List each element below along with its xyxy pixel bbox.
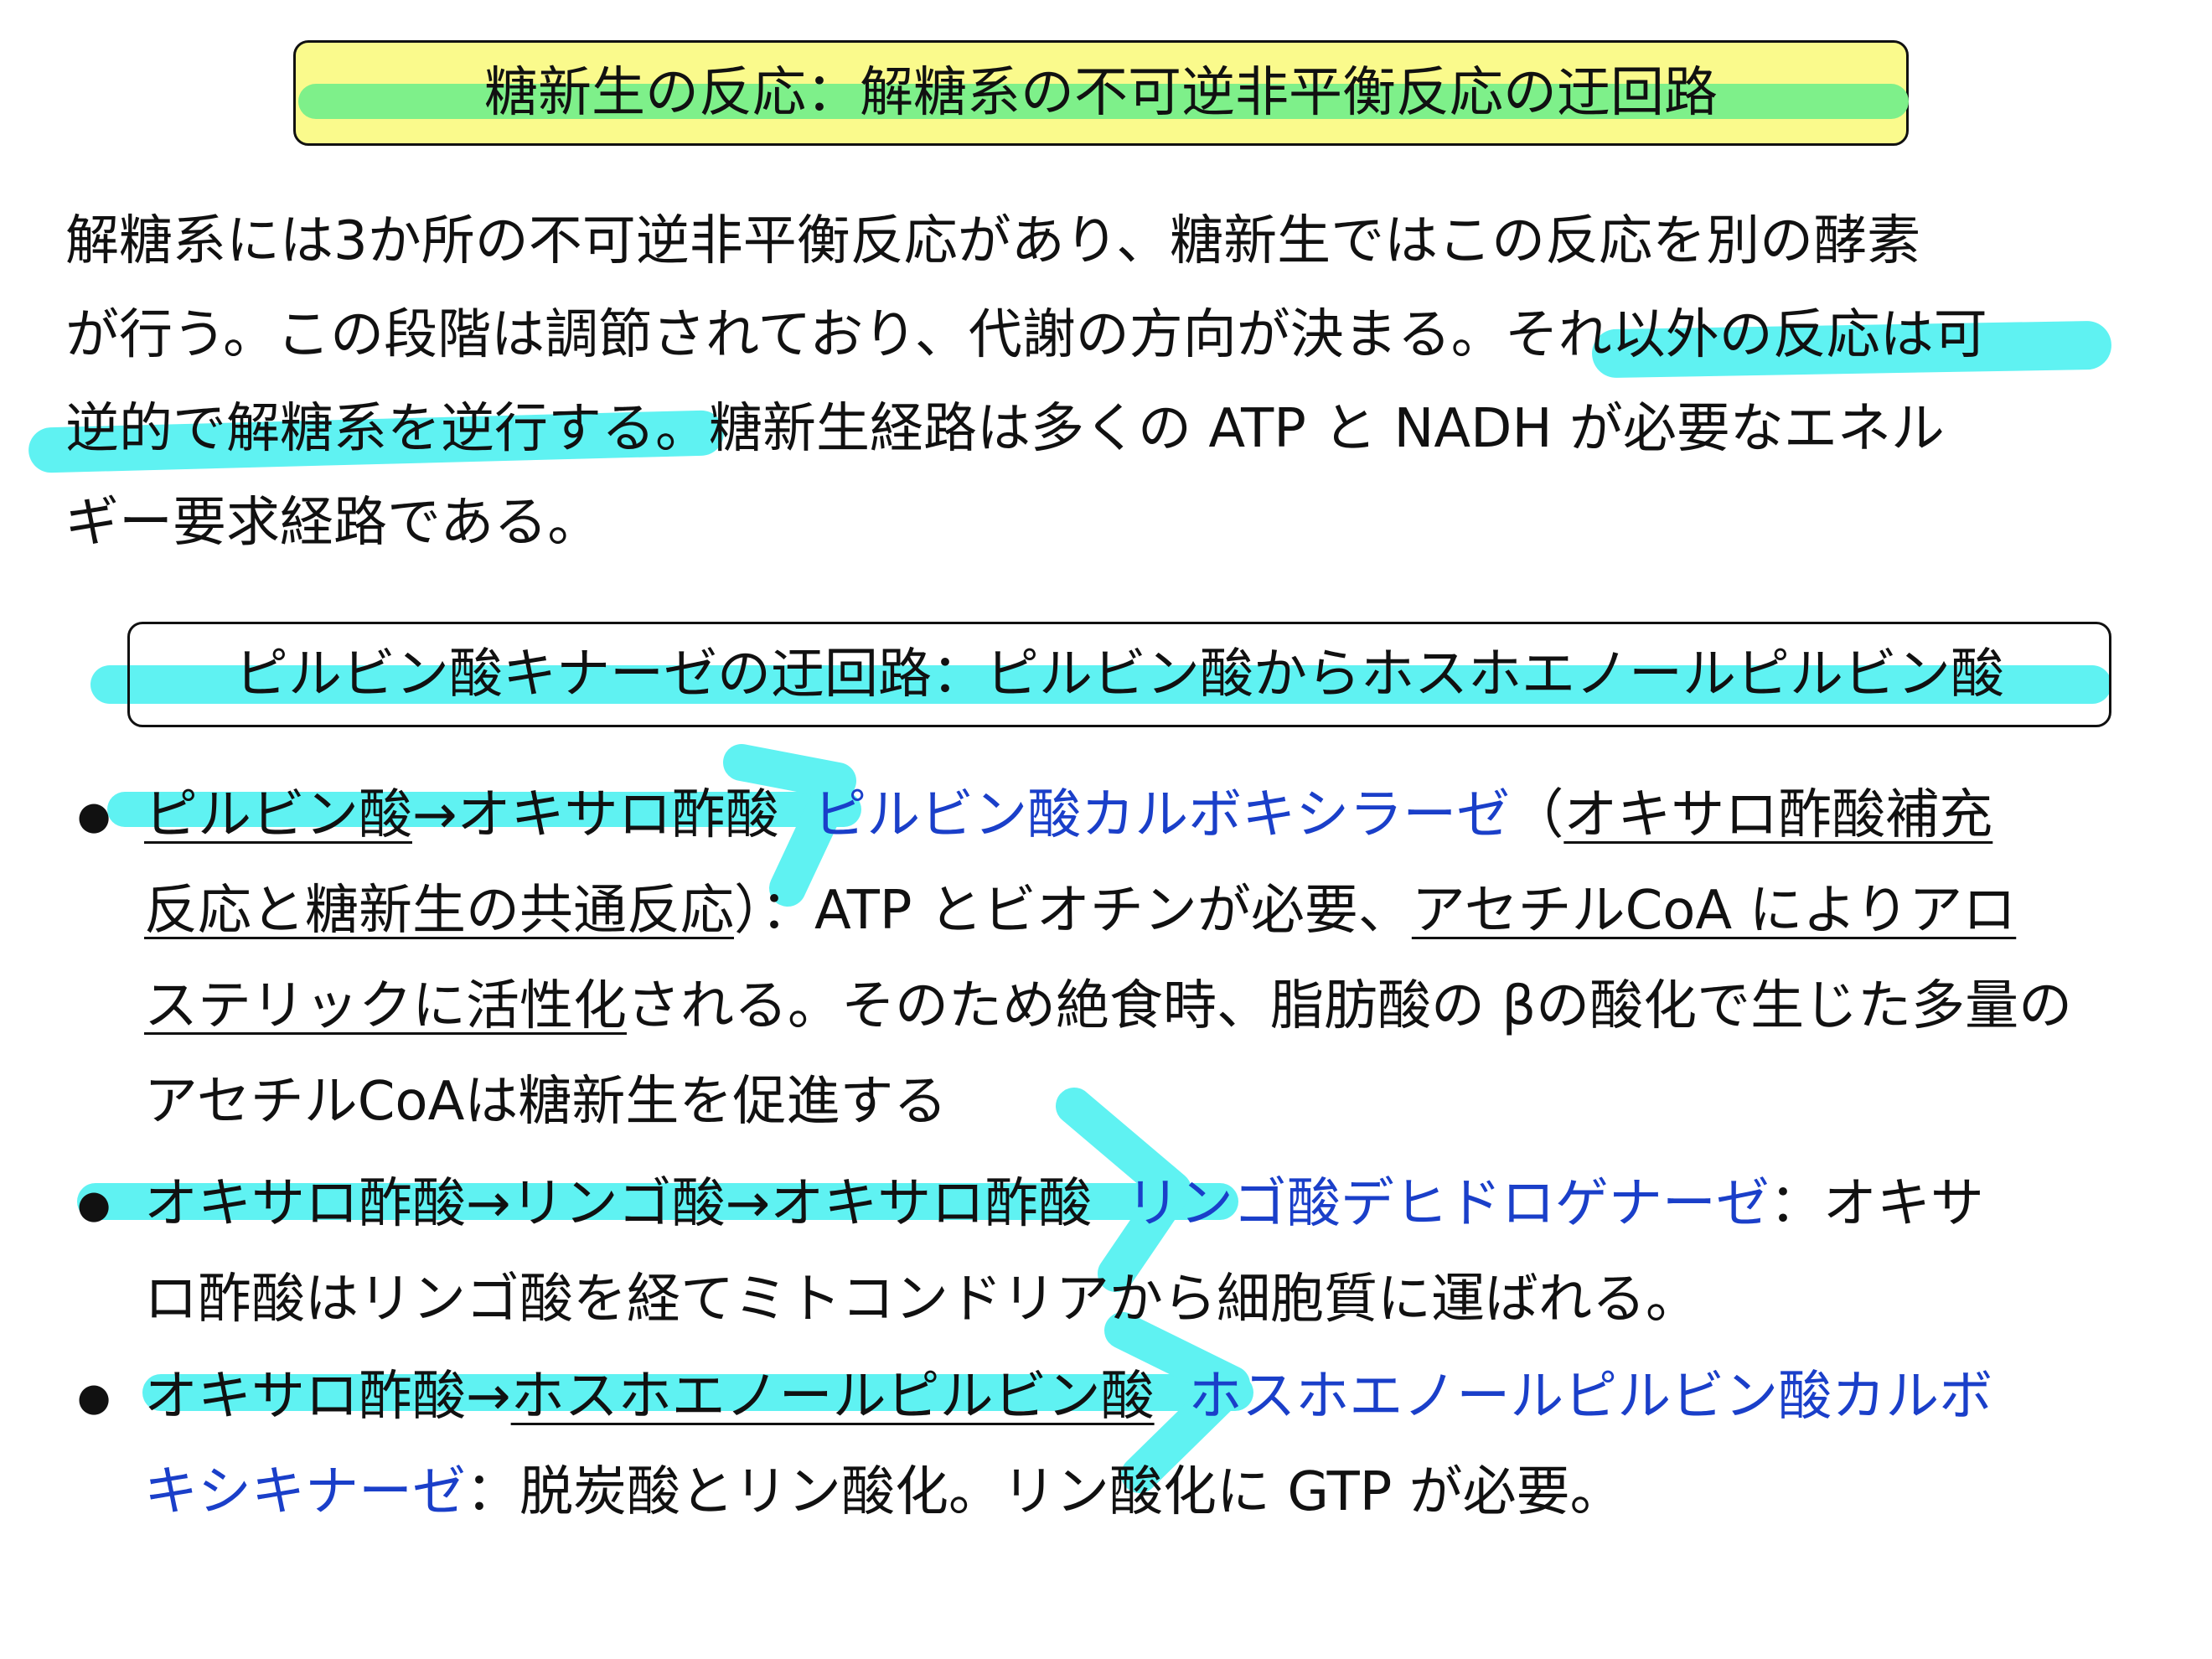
page-title: 糖新生の反応：解糖系の不可逆非平衡反応の迂回路 [484,62,1718,124]
bullet-3-line-2: キシキナーゼ：脱炭酸とリン酸化。リン酸化に GTP が必要。 [144,1461,1624,1523]
paragraph-line: 逆的で解糖系を逆行する。糖新生経路は多くの ATP と NADH が必要なエネル [65,398,1945,460]
paragraph-line: が行う。この段階は調節されており、代謝の方向が決まる。それ以外の反応は可 [65,304,1987,366]
bullet-1-line-1: ピルビン酸→オキサロ酢酸 ピルビン酸カルボキシラーゼ（オキサロ酢酸補充 [144,784,1993,846]
bullet-3-line-1: オキサロ酢酸→ホスホエノールピルビン酸 ホスホエノールピルビン酸カルボ [144,1366,1993,1428]
bullet-marker: ● [77,793,111,838]
paragraph-line: ギー要求経路である。 [65,492,602,554]
bullet-marker: ● [77,1181,111,1227]
paragraph-line: 解糖系には3か所の不可逆非平衡反応があり、糖新生ではこの反応を別の酵素 [65,210,1921,272]
bullet-marker: ● [77,1374,111,1419]
section-subtitle: ピルビン酸キナーゼの迂回路：ピルビン酸からホスホエノールピルビン酸 [235,643,2004,705]
bullet-2-line-1: オキサロ酢酸→リンゴ酸→オキサロ酢酸 リンゴ酸デヒドロゲナーゼ：オキサ [144,1173,1984,1235]
bullet-2-line-2: ロ酢酸はリンゴ酸を経てミトコンドリアから細胞質に運ばれる。 [144,1269,1699,1331]
bullet-1-line-2: 反応と糖新生の共通反応）：ATP とビオチンが必要、アセチルCoA によりアロ [144,880,2017,942]
bullet-1-line-3: ステリックに活性化される。そのため絶食時、脂肪酸の βの酸化で生じた多量の [144,975,2073,1037]
bullet-1-line-4: アセチルCoAは糖新生を促進する [144,1071,948,1133]
intro-paragraph: 解糖系には3か所の不可逆非平衡反応があり、糖新生ではこの反応を別の酵素 が行う。… [65,194,2160,570]
